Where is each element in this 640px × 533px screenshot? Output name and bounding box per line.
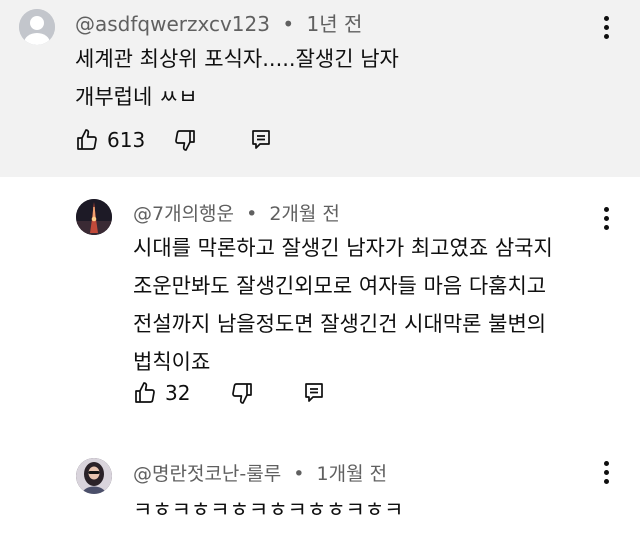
meta-separator: • [282,12,295,36]
tower-avatar-image [76,199,112,235]
dislike-button[interactable] [230,381,254,405]
comment-author[interactable]: @7개의행운 [133,203,234,225]
comment-menu-button[interactable] [602,16,610,43]
like-count: 613 [107,128,146,152]
like-button[interactable]: 613 [75,128,145,152]
comment-2: @7개의행운 • 2개월 전 시대를 막론하고 잘생긴 남자가 최고였죠 삼국지… [0,177,640,439]
thumbs-up-icon [135,382,155,403]
like-count: 32 [165,381,191,405]
comment-line: 법칙이죠 [133,350,211,374]
comment-menu-button[interactable] [602,461,610,488]
reply-button[interactable] [249,128,273,152]
comment-line: 시대를 막론하고 잘생긴 남자가 최고였죠 삼국지 [133,236,553,260]
comment-line: 세계관 최상위 포식자.....잘생긴 남자 [75,47,399,71]
comment-1: @asdfqwerzxcv123 • 1년 전 세계관 최상위 포식자.....… [0,0,640,177]
comment-text: 시대를 막론하고 잘생긴 남자가 최고였죠 삼국지 조운만봐도 잘생긴외모로 여… [133,229,553,381]
avatar[interactable] [76,458,112,494]
more-vertical-icon [602,16,610,39]
comment-actions: 613 [75,128,273,152]
reply-comment-icon [305,383,324,402]
comment-menu-button[interactable] [602,207,610,234]
comment-text: ㅋㅎㅋㅎㅋㅎㅋㅎㅋㅎㅎㅋㅎㅋ [133,491,403,529]
dislike-button[interactable] [173,128,197,152]
comment-3: @명란젓코난-룰루 • 1개월 전 ㅋㅎㅋㅎㅋㅎㅋㅎㅋㅎㅎㅋㅎㅋ [0,439,640,533]
reply-comment-icon [252,130,271,149]
default-avatar-icon [19,9,55,45]
comment-time[interactable]: 2개월 전 [269,203,340,225]
comment-line: 조운만봐도 잘생긴외모로 여자들 마음 다훔치고 [133,274,547,298]
reply-button[interactable] [302,381,326,405]
comment-line: 전설까지 남을정도면 잘생긴건 시대막론 불변의 [133,312,547,336]
more-vertical-icon [602,461,610,484]
comment-meta: @asdfqwerzxcv123 • 1년 전 [75,8,362,37]
thumbs-down-icon [232,383,253,404]
more-vertical-icon [602,207,610,230]
thumbs-down-icon [175,130,196,151]
comment-line: 개부럽네 ㅆㅂ [75,85,198,109]
meta-separator: • [293,463,305,485]
comment-meta: @명란젓코난-룰루 • 1개월 전 [133,459,387,486]
comment-author[interactable]: @명란젓코난-룰루 [133,463,281,485]
avatar[interactable] [76,199,112,235]
comment-time[interactable]: 1년 전 [307,12,363,36]
comment-actions: 32 [133,381,326,405]
like-button[interactable]: 32 [133,381,190,405]
person-avatar-image [76,458,112,494]
comment-author[interactable]: @asdfqwerzxcv123 [75,12,270,36]
comment-line: ㅋㅎㅋㅎㅋㅎㅋㅎㅋㅎㅎㅋㅎㅋ [133,498,404,522]
avatar[interactable] [19,9,55,45]
comment-time[interactable]: 1개월 전 [317,463,388,485]
comment-meta: @7개의행운 • 2개월 전 [133,199,340,226]
thumbs-up-icon [77,129,97,150]
meta-separator: • [246,203,258,225]
comment-text: 세계관 최상위 포식자.....잘생긴 남자 개부럽네 ㅆㅂ [75,40,399,116]
